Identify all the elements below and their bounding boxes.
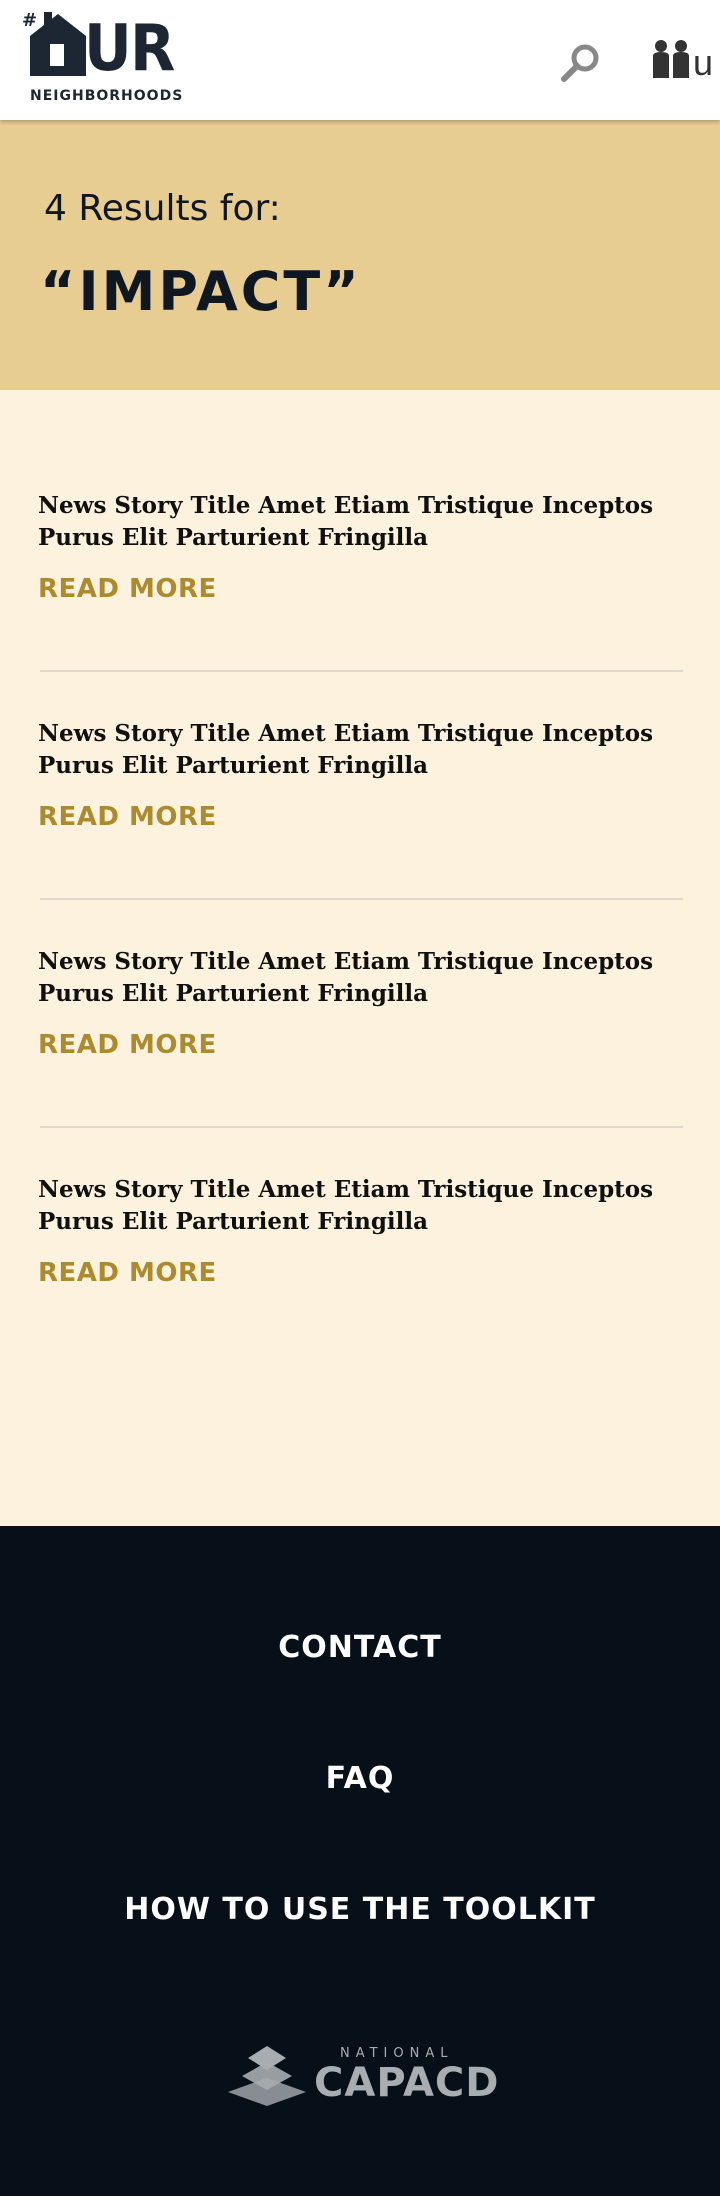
account-button[interactable]: u bbox=[650, 38, 720, 88]
account-letter: u bbox=[693, 42, 714, 83]
result-title[interactable]: News Story Title Amet Etiam Tristique In… bbox=[38, 1174, 678, 1238]
logo-hash: # bbox=[22, 10, 38, 31]
result-item: News Story Title Amet Etiam Tristique In… bbox=[0, 718, 720, 946]
divider bbox=[40, 898, 683, 900]
divider bbox=[40, 1126, 683, 1128]
read-more-link[interactable]: READ MORE bbox=[38, 802, 217, 832]
logo-main-text: UR bbox=[84, 12, 175, 86]
result-title[interactable]: News Story Title Amet Etiam Tristique In… bbox=[38, 490, 678, 554]
search-results-banner: 4 Results for: “IMPACT” bbox=[0, 120, 720, 390]
results-count: 4 Results for: bbox=[44, 188, 281, 229]
stacked-layers-icon bbox=[228, 2046, 306, 2106]
site-logo[interactable]: # UR NEIGHBORHOODS bbox=[22, 10, 182, 106]
results-list: News Story Title Amet Etiam Tristique In… bbox=[0, 390, 720, 1526]
capacd-name-text: CAPACD bbox=[314, 2060, 500, 2106]
logo-subtitle: NEIGHBORHOODS bbox=[30, 88, 184, 104]
capacd-national-text: NATIONAL bbox=[340, 2046, 454, 2061]
people-icon bbox=[653, 40, 689, 78]
result-item: News Story Title Amet Etiam Tristique In… bbox=[0, 1174, 720, 1402]
site-footer: CONTACT FAQ HOW TO USE THE TOOLKIT NATIO… bbox=[0, 1526, 720, 2196]
footer-link-faq[interactable]: FAQ bbox=[0, 1761, 720, 1796]
read-more-link[interactable]: READ MORE bbox=[38, 574, 217, 604]
result-item: News Story Title Amet Etiam Tristique In… bbox=[0, 946, 720, 1174]
result-title[interactable]: News Story Title Amet Etiam Tristique In… bbox=[38, 946, 678, 1010]
site-header: # UR NEIGHBORHOODS u bbox=[0, 0, 720, 120]
read-more-link[interactable]: READ MORE bbox=[38, 1258, 217, 1288]
footer-link-toolkit[interactable]: HOW TO USE THE TOOLKIT bbox=[0, 1892, 720, 1927]
divider bbox=[40, 670, 683, 672]
result-title[interactable]: News Story Title Amet Etiam Tristique In… bbox=[38, 718, 678, 782]
search-query: “IMPACT” bbox=[40, 260, 362, 323]
result-item: News Story Title Amet Etiam Tristique In… bbox=[0, 490, 720, 718]
capacd-logo[interactable]: NATIONAL CAPACD bbox=[226, 2044, 500, 2114]
footer-link-contact[interactable]: CONTACT bbox=[0, 1630, 720, 1665]
search-button[interactable] bbox=[555, 40, 605, 90]
search-icon bbox=[561, 44, 599, 82]
read-more-link[interactable]: READ MORE bbox=[38, 1030, 217, 1060]
